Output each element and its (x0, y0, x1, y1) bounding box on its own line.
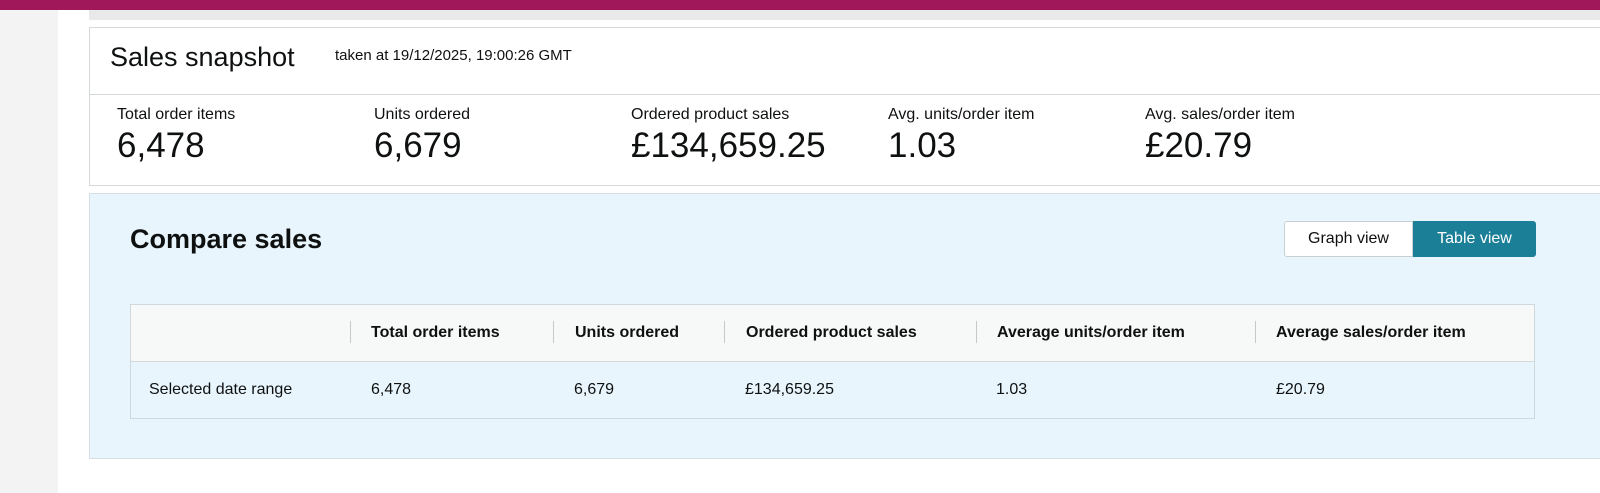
column-separator (553, 321, 554, 343)
compare-sales-table: Total order items Units ordered Ordered … (130, 304, 1535, 419)
cell-average-sales-per-order-item: £20.79 (1276, 381, 1325, 398)
metric-total-order-items: Total order items 6,478 (117, 106, 235, 166)
metric-label: Units ordered (374, 106, 471, 123)
cell-units-ordered: 6,679 (574, 381, 615, 398)
view-toggle: Graph view Table view (1284, 221, 1536, 257)
metric-avg-units-per-order-item: Avg. units/order item 1.03 (888, 106, 1034, 166)
metric-value: £134,659.25 (631, 126, 826, 165)
row-label: Selected date range (149, 381, 293, 398)
cell-ordered-product-sales: £134,659.25 (745, 381, 834, 398)
graph-view-button[interactable]: Graph view (1284, 221, 1413, 257)
column-header-average-sales-per-order-item[interactable]: Average sales/order item (1276, 324, 1466, 342)
column-separator (1255, 321, 1256, 343)
compare-sales-title: Compare sales (130, 224, 323, 254)
column-header-average-units-per-order-item[interactable]: Average units/order item (997, 324, 1185, 342)
column-header-ordered-product-sales[interactable]: Ordered product sales (746, 324, 917, 342)
compare-sales-panel: Compare sales Graph view Table view Tota… (89, 193, 1600, 459)
metric-label: Avg. sales/order item (1145, 106, 1295, 123)
table-view-button[interactable]: Table view (1413, 221, 1536, 257)
metric-value: 6,478 (117, 126, 205, 165)
column-separator (350, 321, 351, 343)
metric-avg-sales-per-order-item: Avg. sales/order item £20.79 (1145, 106, 1295, 166)
metric-units-ordered: Units ordered 6,679 (374, 106, 470, 166)
sales-snapshot-timestamp: taken at 19/12/2025, 19:00:26 GMT (335, 47, 572, 64)
metric-label: Avg. units/order item (888, 106, 1035, 123)
column-separator (976, 321, 977, 343)
metric-ordered-product-sales: Ordered product sales £134,659.25 (631, 106, 826, 166)
top-accent-bar (0, 0, 1600, 10)
cell-total-order-items: 6,478 (371, 381, 412, 398)
metric-label: Total order items (117, 106, 236, 123)
top-gray-strip (89, 10, 1600, 20)
table-header-row: Total order items Units ordered Ordered … (131, 305, 1534, 362)
column-header-units-ordered[interactable]: Units ordered (575, 324, 679, 342)
metric-label: Ordered product sales (631, 106, 790, 123)
table-row: Selected date range 6,478 6,679 £134,659… (131, 362, 1534, 418)
column-separator (724, 321, 725, 343)
column-header-total-order-items[interactable]: Total order items (371, 324, 500, 342)
sales-snapshot-title: Sales snapshot (110, 42, 295, 72)
metric-value: £20.79 (1145, 126, 1253, 165)
sales-snapshot-panel: Sales snapshot taken at 19/12/2025, 19:0… (89, 27, 1600, 186)
cell-average-units-per-order-item: 1.03 (996, 381, 1028, 398)
metric-value: 1.03 (888, 126, 957, 165)
left-sidebar-gutter (0, 10, 58, 493)
sales-snapshot-header: Sales snapshot taken at 19/12/2025, 19:0… (90, 28, 1600, 95)
metric-value: 6,679 (374, 126, 462, 165)
